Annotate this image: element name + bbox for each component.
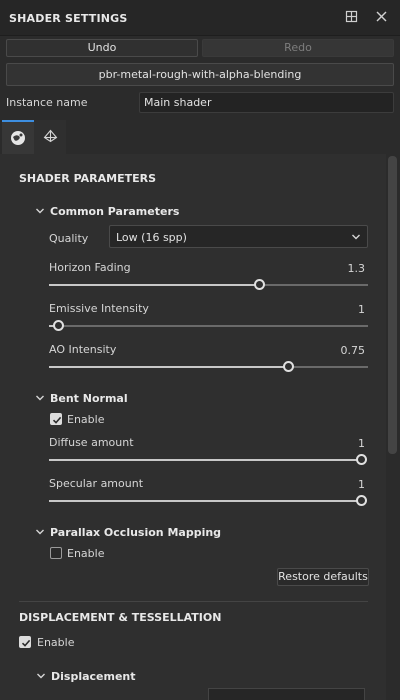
horizon-fading-value[interactable]: 1.3 — [285, 262, 366, 275]
shader-select-button[interactable]: pbr-metal-rough-with-alpha-blending — [6, 63, 394, 86]
checkmark-icon — [52, 416, 62, 424]
emissive-intensity-value[interactable]: 1 — [285, 303, 365, 316]
close-icon[interactable] — [375, 10, 389, 24]
slider-handle[interactable] — [355, 454, 367, 465]
diffuse-amount-slider[interactable] — [49, 454, 367, 465]
bent-normal-enable-checkbox[interactable] — [50, 413, 62, 425]
parallax-enable-label: Enable — [67, 547, 105, 560]
parallax-occlusion-title[interactable]: Parallax Occlusion Mapping — [50, 526, 221, 539]
displacement-enable-checkbox[interactable] — [19, 636, 31, 648]
tab-displacement[interactable] — [34, 120, 66, 154]
chevron-down-icon[interactable] — [35, 527, 45, 537]
ao-intensity-value[interactable]: 0.75 — [285, 344, 366, 357]
horizon-fading-slider[interactable] — [49, 279, 368, 290]
instance-name-label: Instance name — [6, 96, 88, 109]
displacement-icon — [43, 129, 58, 143]
chevron-down-icon[interactable] — [35, 393, 45, 403]
quality-label: Quality — [49, 232, 89, 245]
tab-bar — [0, 120, 400, 154]
title-bar: SHADER SETTINGS — [0, 0, 400, 36]
ao-intensity-label: AO Intensity — [49, 343, 117, 356]
chevron-down-icon — [352, 234, 360, 240]
layout-icon[interactable] — [345, 10, 359, 24]
slider-fill — [49, 500, 361, 502]
slider-fill — [49, 459, 361, 461]
scrollbar-thumb[interactable] — [388, 156, 397, 454]
shader-parameters-title: SHADER PARAMETERS — [19, 172, 157, 185]
displacement-tessellation-title: DISPLACEMENT & TESSELLATION — [19, 611, 222, 624]
slider-handle[interactable] — [254, 279, 266, 290]
common-parameters-title[interactable]: Common Parameters — [50, 205, 179, 218]
redo-button[interactable]: Redo — [202, 39, 394, 57]
panel-title: SHADER SETTINGS — [9, 12, 128, 25]
emissive-intensity-label: Emissive Intensity — [49, 302, 149, 315]
specular-amount-slider[interactable] — [49, 495, 367, 506]
instance-name-input[interactable] — [139, 92, 394, 113]
bent-normal-title[interactable]: Bent Normal — [50, 392, 128, 405]
undo-button[interactable]: Undo — [6, 39, 198, 57]
slider-handle[interactable] — [282, 361, 294, 372]
specular-amount-label: Specular amount — [49, 477, 144, 490]
diffuse-amount-value[interactable]: 1 — [285, 437, 365, 450]
diffuse-amount-label: Diffuse amount — [49, 436, 134, 449]
tab-shader[interactable] — [2, 120, 34, 154]
checkmark-icon — [21, 639, 31, 647]
shader-settings-panel: SHADER SETTINGS Undo Redo pbr-metal-roug… — [0, 0, 400, 700]
horizon-fading-label: Horizon Fading — [49, 261, 131, 274]
bent-normal-enable-label: Enable — [67, 413, 105, 426]
settings-content: SHADER PARAMETERS Common Parameters Qual… — [0, 154, 386, 700]
slider-handle[interactable] — [355, 495, 367, 506]
slider-handle[interactable] — [53, 320, 65, 331]
slider-fill — [49, 284, 260, 286]
restore-defaults-button[interactable]: Restore defaults — [277, 568, 369, 586]
displacement-title[interactable]: Displacement — [51, 670, 136, 683]
displacement-select[interactable] — [208, 688, 365, 700]
displacement-enable-label: Enable — [37, 636, 75, 649]
shader-sphere-icon — [11, 131, 25, 145]
ao-intensity-slider[interactable] — [49, 361, 368, 372]
specular-amount-value[interactable]: 1 — [285, 478, 365, 491]
slider-fill — [49, 366, 289, 368]
quality-select[interactable]: Low (16 spp) — [109, 225, 368, 248]
chevron-down-icon[interactable] — [36, 671, 46, 681]
quality-value: Low (16 spp) — [116, 231, 187, 244]
parallax-enable-checkbox[interactable] — [50, 547, 62, 559]
section-divider — [19, 601, 368, 602]
emissive-intensity-slider[interactable] — [49, 320, 368, 331]
chevron-down-icon[interactable] — [35, 206, 45, 216]
